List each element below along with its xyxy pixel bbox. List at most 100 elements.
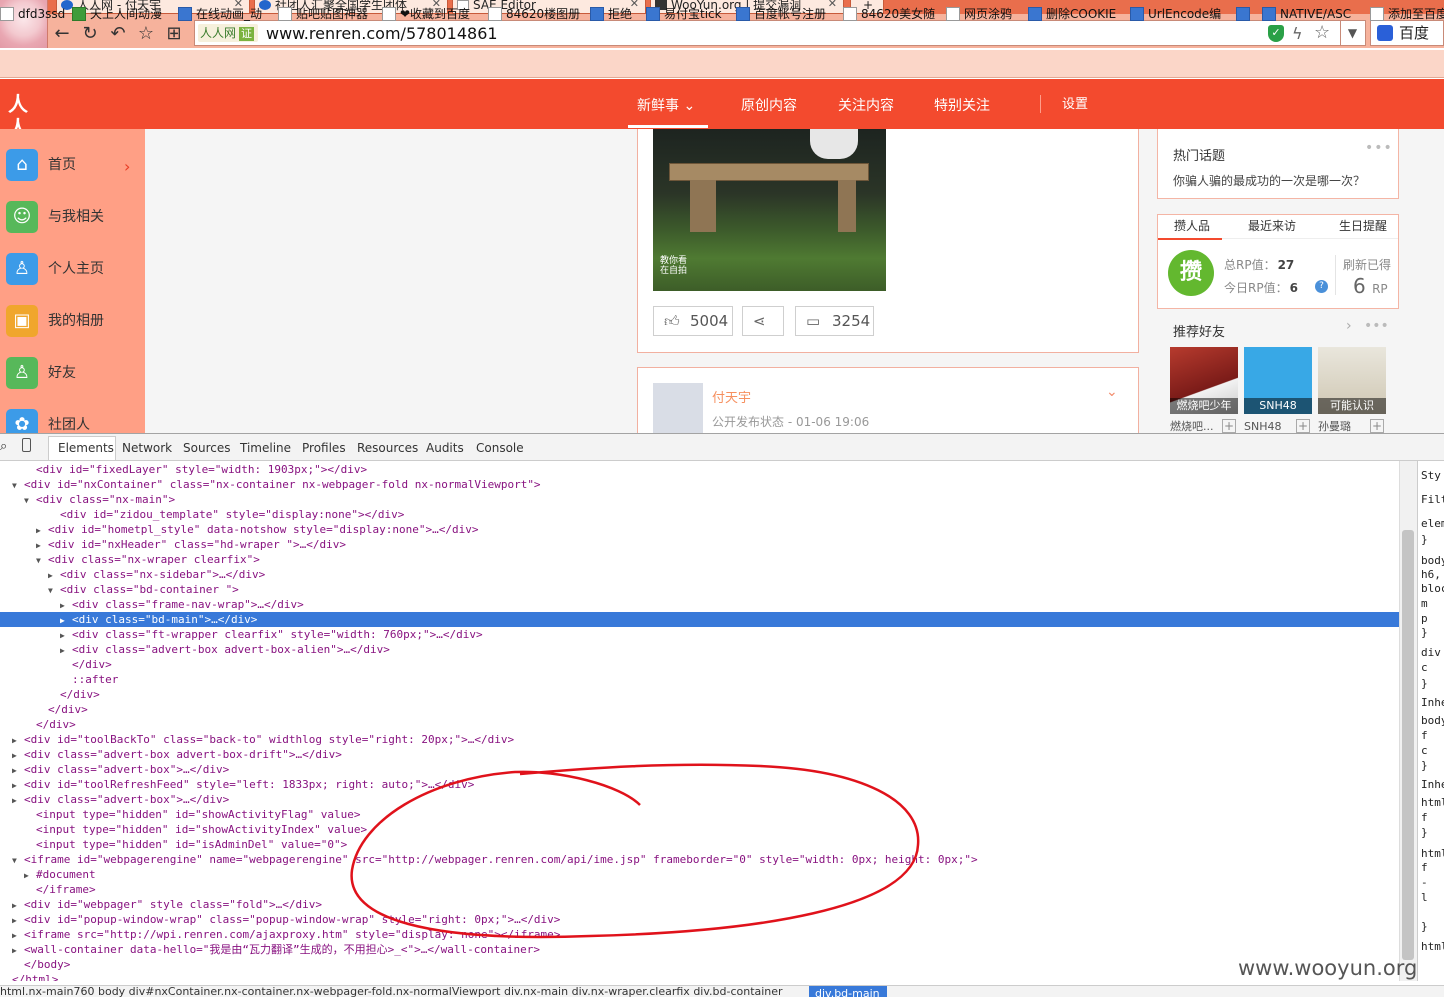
add-friend-icon[interactable]: + <box>1222 419 1236 433</box>
friend-name[interactable]: 燃烧吧... <box>1170 421 1214 433</box>
collapse-triangle-icon[interactable]: ▶ <box>48 568 60 583</box>
collapse-triangle-icon[interactable]: ▶ <box>36 523 48 538</box>
collapse-triangle-icon[interactable]: ▶ <box>60 628 72 643</box>
dom-node[interactable]: </div> <box>0 687 1399 702</box>
friend-name[interactable]: SNH48 <box>1244 421 1281 433</box>
nav-tebie-guanzhu[interactable]: 特别关注 <box>934 97 990 115</box>
dom-node[interactable]: ▶ <div id="hometpl_style" data-notshow st… <box>0 522 1399 537</box>
expand-triangle-icon[interactable]: ▼ <box>48 583 60 598</box>
friend-card[interactable]: 燃烧吧少年 <box>1170 347 1238 414</box>
tab-sources[interactable]: Sources <box>183 441 230 455</box>
bookmark-item[interactable]: NATIVE/ASC <box>1262 7 1351 21</box>
dom-node[interactable]: <div id="fixedLayer" style="width: 1903p… <box>0 462 1399 477</box>
collapse-triangle-icon[interactable]: ▶ <box>12 778 24 793</box>
bookmark-item[interactable]: 拒绝 <box>590 7 632 21</box>
grid-icon[interactable]: ⊞ <box>164 24 184 44</box>
expand-triangle-icon[interactable]: ▼ <box>12 853 24 868</box>
dom-node[interactable]: ▶ <div id="toolBackTo" class="back-to" wi… <box>0 732 1399 747</box>
bookmark-star-icon[interactable]: ☆ <box>1314 22 1330 43</box>
dom-node[interactable]: ▶ <div class="advert-box advert-box-alien… <box>0 642 1399 657</box>
dom-node[interactable]: </body> <box>0 957 1399 972</box>
bookmark-item[interactable]: UrlEncode编 <box>1130 7 1221 21</box>
sidebar-item-album[interactable]: ▣ 我的相册 <box>6 305 145 337</box>
dom-node[interactable]: ▼ <div class="bd-container "> <box>0 582 1399 597</box>
dom-node[interactable]: </div> <box>0 702 1399 717</box>
more-dots-icon[interactable]: ••• <box>1364 318 1389 334</box>
collapse-triangle-icon[interactable]: ▶ <box>12 733 24 748</box>
breadcrumb-selected[interactable]: div.bd-main <box>809 986 887 999</box>
collapse-triangle-icon[interactable]: ▶ <box>24 868 36 883</box>
more-dots-icon[interactable]: ••• <box>1365 140 1393 156</box>
nav-settings[interactable]: 设置 <box>1062 96 1088 114</box>
tab-console[interactable]: Console <box>476 441 524 455</box>
url-text[interactable]: www.renren.com/578014861 <box>266 24 498 44</box>
dom-node[interactable]: </html> <box>0 972 1399 981</box>
back-icon[interactable]: ← <box>52 24 72 44</box>
expand-triangle-icon[interactable]: ▼ <box>24 493 36 508</box>
security-shield-icon[interactable]: ✓ <box>1268 25 1284 42</box>
bookmark-item[interactable]: 百度帐号注册 <box>736 7 826 21</box>
bookmark-item[interactable]: 添加至百度 <box>1370 7 1444 21</box>
tab-resources[interactable]: Resources <box>357 441 418 455</box>
collapse-triangle-icon[interactable]: ▶ <box>12 898 24 913</box>
bookmark-item[interactable]: 84620美女随 <box>843 7 935 21</box>
collapse-triangle-icon[interactable]: ▶ <box>60 613 72 628</box>
dom-node[interactable]: ▶ <div class="frame-nav-wrap">…</div> <box>0 597 1399 612</box>
add-friend-icon[interactable]: + <box>1296 419 1310 433</box>
dom-node[interactable]: ▶ <div class="nx-sidebar">…</div> <box>0 567 1399 582</box>
hot-topic-link[interactable]: 你骗人骗的最成功的一次是哪一次？ <box>1173 172 1365 189</box>
nav-guanzhu[interactable]: 关注内容 <box>838 97 894 115</box>
undo-icon[interactable]: ↶ <box>108 24 128 44</box>
close-tab-icon[interactable]: ✕ <box>828 0 837 9</box>
avatar[interactable] <box>653 383 703 433</box>
chevron-right-icon[interactable]: › <box>1346 318 1352 334</box>
sidebar-item-club[interactable]: ✿ 社团人 <box>6 409 145 433</box>
like-button[interactable]: 👍︎ 5004 <box>653 306 733 336</box>
dom-node[interactable]: ▶ <div class="ft-wrapper clearfix" style=… <box>0 627 1399 642</box>
share-button[interactable]: ⋖ <box>742 306 784 336</box>
dom-node-selected[interactable]: ▶ <div class="bd-main">…</div> <box>0 612 1399 627</box>
tab-birthday[interactable]: 生日提醒 <box>1339 219 1387 233</box>
bookmark-item[interactable]: dfd3ssd <box>0 7 65 21</box>
dom-node[interactable]: <div id="zidou_template" style="display:… <box>0 507 1399 522</box>
lightning-icon[interactable]: ϟ <box>1292 24 1303 43</box>
friend-card[interactable]: SNH48 <box>1244 347 1312 414</box>
dom-node[interactable]: ▼ <div class="nx-main"> <box>0 492 1399 507</box>
dom-node[interactable]: </div> <box>0 717 1399 732</box>
nav-xinxianshi[interactable]: 新鲜事 ⌄ <box>637 97 695 115</box>
nav-yuanchuang[interactable]: 原创内容 <box>741 97 797 115</box>
tab-profiles[interactable]: Profiles <box>302 441 346 455</box>
search-engine-box[interactable]: 百度 <box>1370 20 1444 46</box>
sidebar-item-friends[interactable]: ♙ 好友 <box>6 357 145 389</box>
tab-zanrenpin[interactable]: 攒人品 <box>1174 219 1210 233</box>
tab-timeline[interactable]: Timeline <box>240 441 291 455</box>
add-friend-icon[interactable]: + <box>1370 419 1384 433</box>
expand-triangle-icon[interactable]: ▼ <box>12 478 24 493</box>
friend-name[interactable]: 孙曼璐 <box>1318 421 1351 433</box>
dom-node[interactable]: </div> <box>0 657 1399 672</box>
collapse-triangle-icon[interactable]: ▶ <box>12 913 24 928</box>
bookmark-item[interactable]: 网页涂鸦 <box>946 7 1012 21</box>
friend-card[interactable]: 可能认识 <box>1318 347 1386 414</box>
bookmark-item[interactable]: 天上人间动漫 <box>72 7 162 21</box>
chevron-down-icon[interactable]: ⌄ <box>1106 384 1118 400</box>
help-icon[interactable]: ? <box>1315 280 1328 293</box>
collapse-triangle-icon[interactable]: ▶ <box>60 643 72 658</box>
bookmark-item[interactable]: 删除COOKIE <box>1028 7 1116 21</box>
rp-badge-icon[interactable]: 攒 <box>1168 250 1214 296</box>
bookmark-item[interactable]: 在线动画_动 <box>178 7 262 21</box>
feed-author-name[interactable]: 付天宇 <box>712 391 751 407</box>
device-mode-icon[interactable] <box>22 438 31 452</box>
tab-recent-visitors[interactable]: 最近来访 <box>1248 219 1296 233</box>
collapse-triangle-icon[interactable]: ▶ <box>12 763 24 778</box>
tab-network[interactable]: Network <box>122 441 172 455</box>
tab-audits[interactable]: Audits <box>426 441 464 455</box>
site-identity-badge[interactable]: 人人网证 <box>198 24 258 42</box>
bookmark-item[interactable]: ❤收藏到百度 <box>382 7 470 21</box>
dom-node[interactable]: ▼ <div id="nxContainer" class="nx-contain… <box>0 477 1399 492</box>
collapse-triangle-icon[interactable]: ▶ <box>12 928 24 943</box>
dom-node[interactable]: ▼ <div class="nx-wraper clearfix"> <box>0 552 1399 567</box>
collapse-triangle-icon[interactable]: ▶ <box>12 793 24 808</box>
collapse-triangle-icon[interactable]: ▶ <box>12 748 24 763</box>
dom-node[interactable]: ▶ <div id="nxHeader" class="hd-wraper ">…… <box>0 537 1399 552</box>
